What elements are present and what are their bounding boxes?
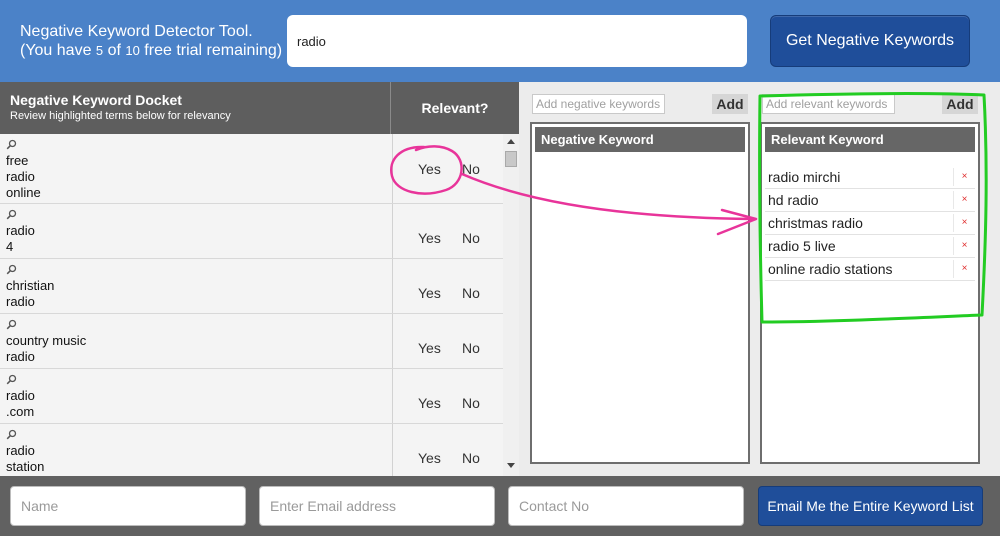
relevant-yes-option[interactable]: Yes — [418, 450, 441, 466]
docket-scrollbar[interactable] — [503, 134, 519, 476]
table-row: country music radio Yes No — [0, 314, 503, 369]
relevant-yes-option[interactable]: Yes — [418, 161, 441, 177]
tool-title: Negative Keyword Detector Tool. (You hav… — [20, 22, 282, 60]
list-item: online radio stations × — [765, 258, 975, 281]
relevant-keyword-text: hd radio — [768, 192, 819, 208]
magnifier-icon[interactable] — [6, 319, 17, 330]
docket-subtitle: Review highlighted terms below for relev… — [10, 110, 231, 122]
relevant-yes-option[interactable]: Yes — [418, 285, 441, 301]
add-relevant-keyword-button[interactable]: Add — [942, 94, 978, 114]
column-divider — [392, 259, 393, 313]
email-field[interactable] — [259, 486, 495, 526]
trial-status: (You have 5 of 10 free trial remaining) — [20, 42, 283, 59]
remove-keyword-icon[interactable]: × — [953, 191, 975, 209]
docket-title: Negative Keyword Docket — [10, 92, 182, 108]
contact-field[interactable] — [508, 486, 744, 526]
magnifier-icon[interactable] — [6, 209, 17, 220]
tool-title-line1: Negative Keyword Detector Tool. — [20, 23, 253, 40]
header-bar: Negative Keyword Detector Tool. (You hav… — [0, 0, 1000, 82]
keyword-term: country music radio — [6, 333, 87, 364]
column-divider — [392, 369, 393, 423]
trial-total-count: 10 — [125, 43, 140, 58]
keyword-term: christian radio — [6, 278, 55, 309]
keyword-term: radio station — [6, 443, 45, 474]
keyword-search-input[interactable] — [287, 15, 747, 67]
docket-header: Negative Keyword Docket Review highlight… — [0, 82, 519, 134]
column-divider — [392, 424, 393, 476]
footer-bar: Email Me the Entire Keyword List — [0, 476, 1000, 536]
relevant-keyword-list: radio mirchi × hd radio × christmas radio × ra… — [765, 166, 975, 281]
relevant-keyword-text: christmas radio — [768, 215, 863, 231]
column-divider — [392, 134, 393, 203]
relevant-keyword-text: radio mirchi — [768, 169, 841, 185]
remove-keyword-icon[interactable]: × — [953, 237, 975, 255]
relevant-yes-option[interactable]: Yes — [418, 340, 441, 356]
remove-keyword-icon[interactable]: × — [953, 168, 975, 186]
docket-list: free radio online Yes No radio 4 Yes No christ… — [0, 134, 503, 476]
list-item: radio 5 live × — [765, 235, 975, 258]
relevant-yes-option[interactable]: Yes — [418, 230, 441, 246]
remove-keyword-icon[interactable]: × — [953, 214, 975, 232]
list-item: christmas radio × — [765, 212, 975, 235]
email-keyword-list-button[interactable]: Email Me the Entire Keyword List — [758, 486, 983, 526]
relevant-keyword-box: Relevant Keyword radio mirchi × hd radio × c… — [760, 122, 980, 464]
add-negative-keyword-input[interactable] — [532, 94, 665, 114]
get-negative-keywords-button[interactable]: Get Negative Keywords — [770, 15, 970, 67]
remove-keyword-icon[interactable]: × — [953, 260, 975, 278]
relevant-no-option[interactable]: No — [462, 340, 480, 356]
relevant-no-option[interactable]: No — [462, 285, 480, 301]
column-divider — [392, 204, 393, 258]
relevant-keyword-text: online radio stations — [768, 261, 893, 277]
relevant-no-option[interactable]: No — [462, 230, 480, 246]
column-divider — [392, 314, 393, 368]
scroll-up-arrow-icon[interactable] — [507, 139, 515, 144]
table-row: christian radio Yes No — [0, 259, 503, 314]
relevant-no-option[interactable]: No — [462, 161, 480, 177]
list-item: hd radio × — [765, 189, 975, 212]
negative-keyword-header: Negative Keyword — [535, 127, 745, 152]
relevant-column-header: Relevant? — [421, 100, 489, 116]
list-item: radio mirchi × — [765, 166, 975, 189]
scroll-down-arrow-icon[interactable] — [507, 463, 515, 468]
relevant-no-option[interactable]: No — [462, 395, 480, 411]
keyword-panels: Add Add Negative Keyword Relevant Keywor… — [519, 82, 1000, 476]
magnifier-icon[interactable] — [6, 374, 17, 385]
add-negative-keyword-button[interactable]: Add — [712, 94, 748, 114]
table-row: radio station Yes No — [0, 424, 503, 476]
keyword-term: free radio online — [6, 153, 41, 200]
table-row: radio .com Yes No — [0, 369, 503, 424]
negative-keyword-box: Negative Keyword — [530, 122, 750, 464]
keyword-term: radio .com — [6, 388, 35, 419]
magnifier-icon[interactable] — [6, 139, 17, 150]
add-relevant-keyword-input[interactable] — [762, 94, 895, 114]
table-row: free radio online Yes No — [0, 134, 503, 204]
name-field[interactable] — [10, 486, 246, 526]
relevant-yes-option[interactable]: Yes — [418, 395, 441, 411]
table-row: radio 4 Yes No — [0, 204, 503, 259]
relevant-keyword-header: Relevant Keyword — [765, 127, 975, 152]
relevant-keyword-text: radio 5 live — [768, 238, 836, 254]
relevant-no-option[interactable]: No — [462, 450, 480, 466]
magnifier-icon[interactable] — [6, 264, 17, 275]
magnifier-icon[interactable] — [6, 429, 17, 440]
keyword-term: radio 4 — [6, 223, 35, 254]
scroll-thumb[interactable] — [505, 151, 517, 167]
